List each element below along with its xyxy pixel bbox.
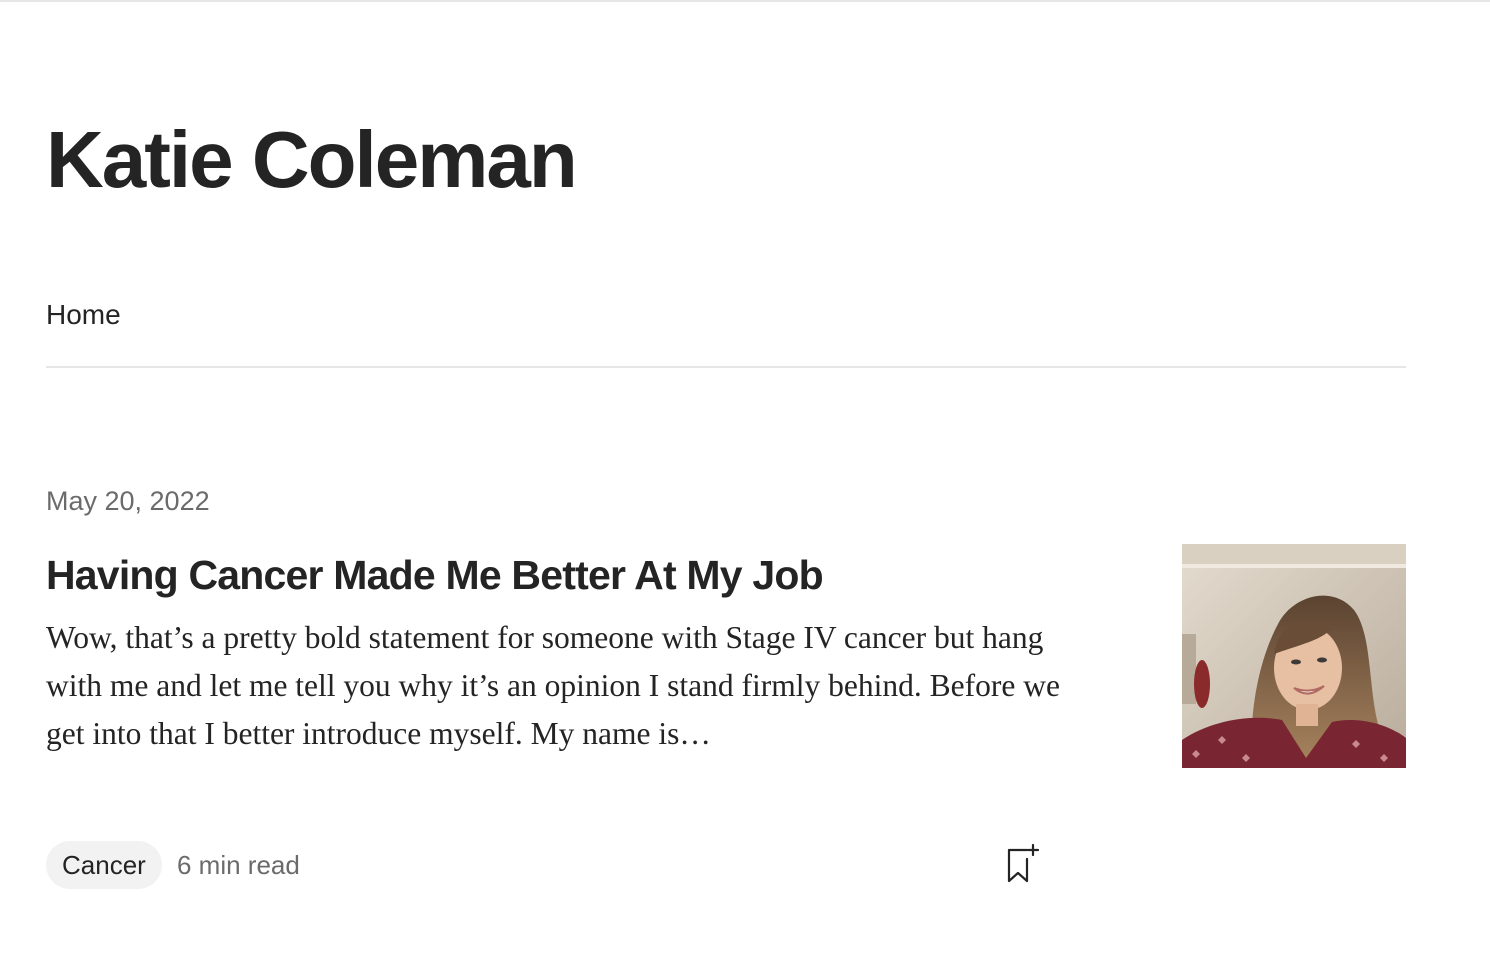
profile-nav: Home bbox=[46, 290, 1406, 368]
bookmark-add-icon bbox=[1007, 843, 1040, 883]
post-excerpt: Wow, that’s a pretty bold statement for … bbox=[46, 620, 1060, 751]
post-title-link[interactable]: Having Cancer Made Me Better At My Job bbox=[46, 548, 824, 602]
tag-pill[interactable]: Cancer bbox=[46, 841, 162, 889]
tab-home-label: Home bbox=[46, 299, 121, 330]
save-button[interactable] bbox=[1000, 840, 1048, 888]
author-name: Katie Coleman bbox=[46, 115, 578, 204]
top-divider bbox=[0, 0, 1490, 2]
author-photo bbox=[1182, 544, 1406, 768]
read-time: 6 min read bbox=[177, 850, 300, 880]
post-thumbnail[interactable] bbox=[1182, 544, 1406, 768]
tab-home[interactable]: Home bbox=[46, 290, 122, 368]
post-date: May 20, 2022 bbox=[46, 486, 210, 516]
nav-divider bbox=[46, 366, 1406, 368]
